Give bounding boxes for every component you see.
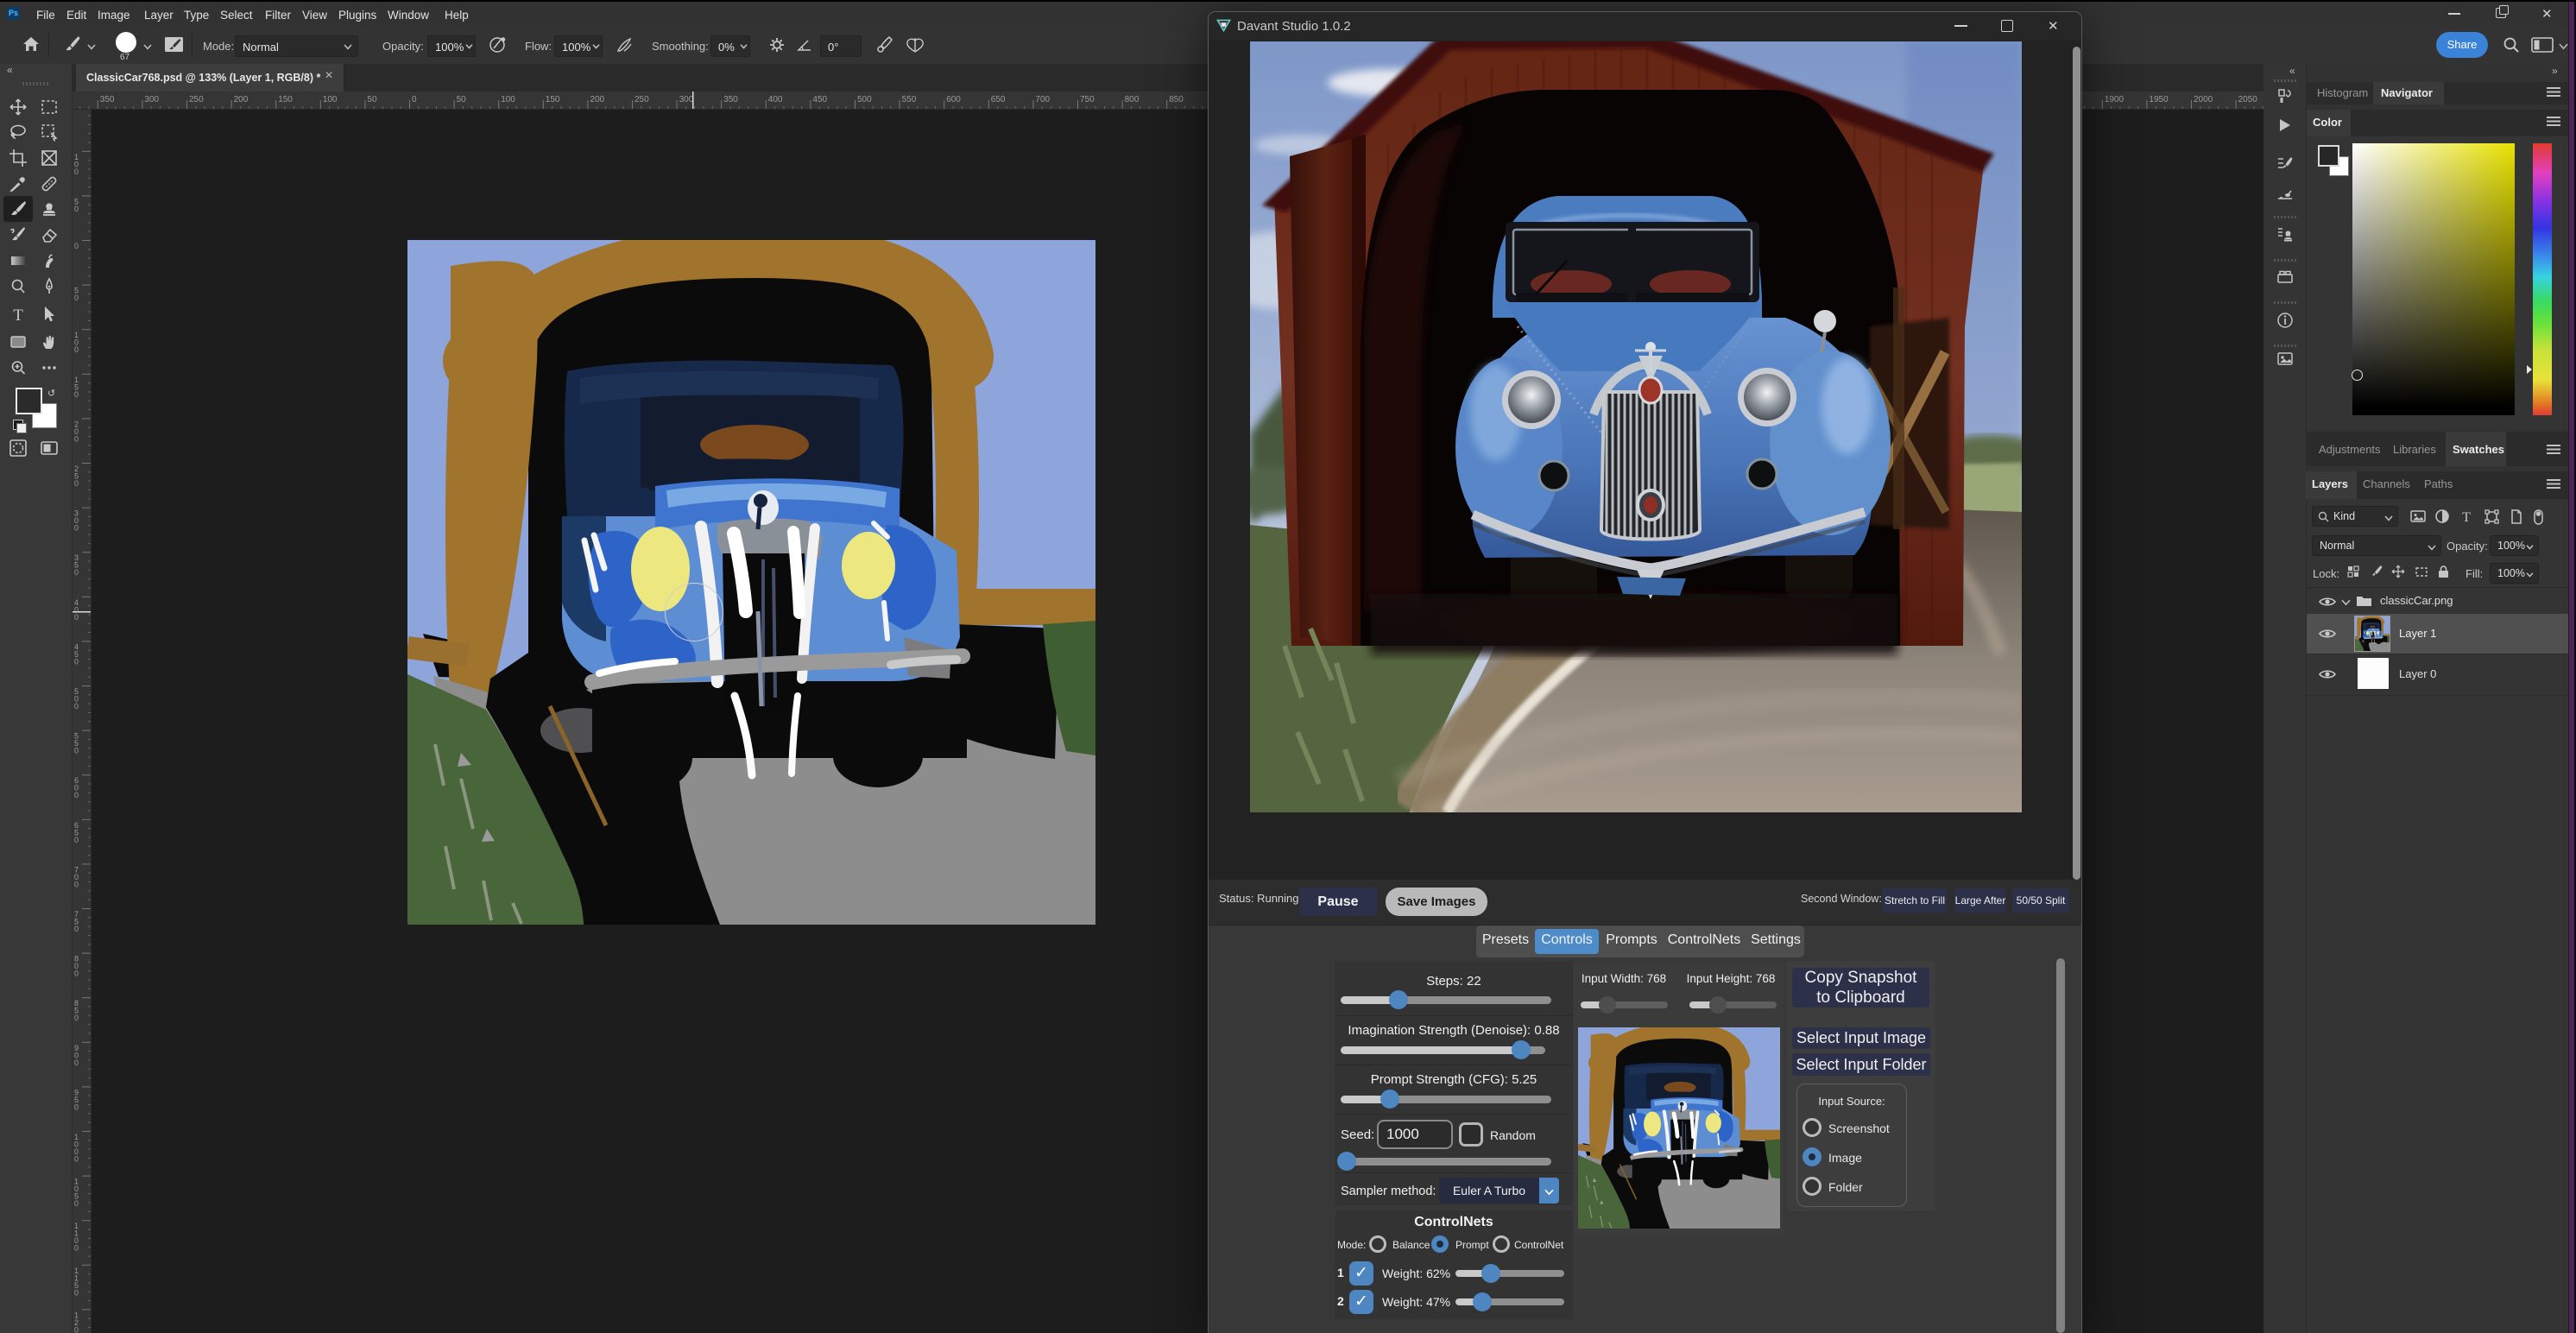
svg-text:2050: 2050 xyxy=(2238,95,2258,104)
svg-text:0: 0 xyxy=(412,95,417,104)
svg-text:750: 750 xyxy=(74,910,79,933)
svg-text:350: 350 xyxy=(100,95,115,104)
svg-text:150: 150 xyxy=(278,95,293,104)
svg-text:250: 250 xyxy=(635,95,649,104)
svg-text:100: 100 xyxy=(74,153,79,176)
svg-text:600: 600 xyxy=(74,776,79,799)
svg-text:400: 400 xyxy=(768,95,783,104)
svg-text:1000: 1000 xyxy=(74,1133,79,1164)
svg-text:550: 550 xyxy=(902,95,917,104)
svg-text:250: 250 xyxy=(74,464,79,488)
svg-text:700: 700 xyxy=(74,865,79,888)
svg-text:T: T xyxy=(2462,510,2471,525)
svg-text:800: 800 xyxy=(1125,95,1140,104)
svg-text:500: 500 xyxy=(74,687,79,711)
svg-text:50: 50 xyxy=(74,197,79,213)
svg-text:1100: 1100 xyxy=(74,1222,79,1253)
svg-text:950: 950 xyxy=(74,1088,79,1111)
svg-text:200: 200 xyxy=(74,420,79,443)
svg-text:450: 450 xyxy=(74,642,79,666)
svg-text:900: 900 xyxy=(74,1044,79,1067)
svg-text:850: 850 xyxy=(74,999,79,1022)
svg-text:T: T xyxy=(13,306,23,325)
svg-text:800: 800 xyxy=(74,955,79,978)
svg-text:350: 350 xyxy=(74,553,79,577)
svg-text:100: 100 xyxy=(501,95,515,104)
svg-text:50: 50 xyxy=(457,95,467,104)
svg-text:150: 150 xyxy=(74,376,79,399)
svg-text:350: 350 xyxy=(723,95,738,104)
svg-text:500: 500 xyxy=(857,95,872,104)
svg-text:650: 650 xyxy=(991,95,1006,104)
svg-text:300: 300 xyxy=(679,95,694,104)
svg-text:150: 150 xyxy=(546,95,560,104)
svg-text:1150: 1150 xyxy=(74,1267,79,1298)
svg-text:1950: 1950 xyxy=(2149,95,2169,104)
svg-text:50: 50 xyxy=(367,95,377,104)
svg-text:50: 50 xyxy=(74,287,79,303)
svg-text:850: 850 xyxy=(1169,95,1184,104)
svg-text:450: 450 xyxy=(812,95,827,104)
svg-text:1200: 1200 xyxy=(74,1311,79,1333)
svg-text:400: 400 xyxy=(74,598,79,622)
svg-text:650: 650 xyxy=(74,821,79,844)
svg-text:550: 550 xyxy=(74,732,79,755)
svg-text:0: 0 xyxy=(74,242,79,250)
svg-text:250: 250 xyxy=(189,95,204,104)
svg-text:200: 200 xyxy=(590,95,604,104)
svg-text:100: 100 xyxy=(74,331,79,354)
svg-text:750: 750 xyxy=(1080,95,1095,104)
svg-text:300: 300 xyxy=(144,95,159,104)
svg-text:600: 600 xyxy=(946,95,961,104)
svg-text:700: 700 xyxy=(1035,95,1050,104)
svg-text:100: 100 xyxy=(323,95,338,104)
svg-text:300: 300 xyxy=(74,509,79,533)
svg-text:1050: 1050 xyxy=(74,1178,79,1209)
svg-text:200: 200 xyxy=(234,95,249,104)
svg-text:1900: 1900 xyxy=(2105,95,2125,104)
svg-text:2000: 2000 xyxy=(2194,95,2213,104)
